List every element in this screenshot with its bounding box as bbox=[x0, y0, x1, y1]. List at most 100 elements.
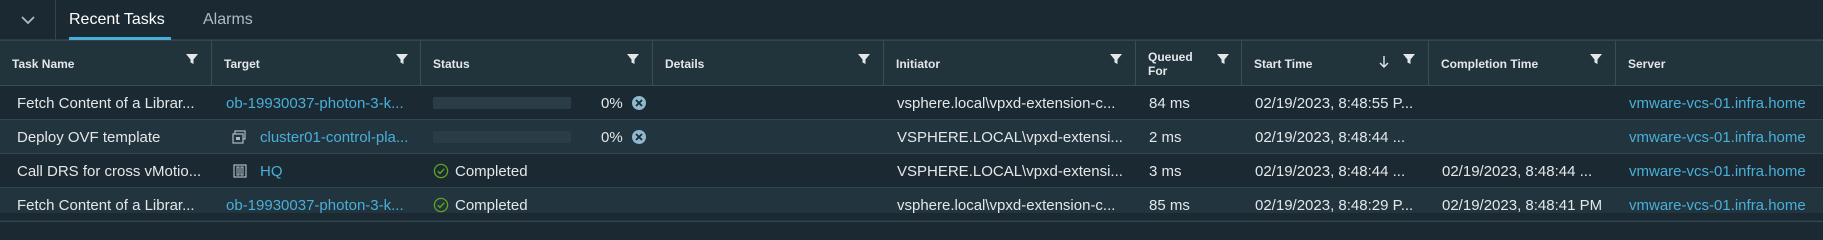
start-time-text: 02/19/2023, 8:48:29 P... bbox=[1255, 196, 1414, 214]
initiator-cell: VSPHERE.LOCAL\vpxd-extensi... bbox=[897, 154, 1127, 188]
tab-alarms[interactable]: Alarms bbox=[203, 0, 253, 40]
server-link[interactable]: vmware-vcs-01.infra.home bbox=[1629, 95, 1806, 112]
column-label-queued-for: Queued For bbox=[1148, 49, 1193, 78]
column-label-status: Status bbox=[433, 56, 470, 71]
task-name-cell: Deploy OVF template bbox=[17, 120, 202, 154]
filter-icon[interactable] bbox=[1109, 52, 1123, 66]
filter-icon[interactable] bbox=[857, 52, 871, 66]
column-header-initiator[interactable]: Initiator bbox=[884, 41, 1136, 86]
queued-for-cell: 2 ms bbox=[1149, 120, 1234, 154]
server-cell[interactable]: vmware-vcs-01.infra.home bbox=[1629, 154, 1819, 188]
completion-time-text: 02/19/2023, 8:48:44 ... bbox=[1442, 162, 1593, 180]
details-cell bbox=[665, 86, 875, 120]
status-cell: 0% bbox=[421, 120, 653, 154]
column-label-start-time: Start Time bbox=[1254, 56, 1313, 71]
server-link[interactable]: vmware-vcs-01.infra.home bbox=[1629, 163, 1806, 180]
tab-recent-tasks-label: Recent Tasks bbox=[69, 11, 165, 28]
server-cell[interactable]: vmware-vcs-01.infra.home bbox=[1629, 86, 1819, 120]
target-link[interactable]: cluster01-control-pla... bbox=[260, 129, 410, 146]
server-cell[interactable]: vmware-vcs-01.infra.home bbox=[1629, 120, 1819, 154]
start-time-text: 02/19/2023, 8:48:55 P... bbox=[1255, 94, 1414, 112]
tasks-panel-topbar: Recent Tasks Alarms bbox=[0, 0, 1823, 40]
target-cell[interactable]: cluster01-control-pla... bbox=[212, 120, 421, 154]
queued-for-text: 2 ms bbox=[1149, 128, 1182, 146]
start-time-cell: 02/19/2023, 8:48:44 ... bbox=[1255, 154, 1422, 188]
table-row[interactable]: Call DRS for cross vMotio... HQ Complete… bbox=[0, 154, 1823, 188]
task-name-cell: Fetch Content of a Librar... bbox=[17, 86, 202, 120]
column-header-details[interactable]: Details bbox=[653, 41, 884, 86]
filter-icon[interactable] bbox=[1216, 52, 1230, 66]
check-circle-icon bbox=[433, 163, 449, 179]
initiator-text: VSPHERE.LOCAL\vpxd-extensi... bbox=[897, 128, 1123, 146]
completion-time-cell: 02/19/2023, 8:48:44 ... bbox=[1442, 154, 1609, 188]
details-cell bbox=[665, 120, 875, 154]
cancel-task-icon[interactable] bbox=[631, 129, 647, 145]
start-time-text: 02/19/2023, 8:48:44 ... bbox=[1255, 162, 1406, 180]
completion-time-cell bbox=[1442, 120, 1609, 154]
start-time-cell: 02/19/2023, 8:48:55 P... bbox=[1255, 86, 1422, 120]
progress-percent: 0% bbox=[601, 128, 623, 146]
target-link[interactable]: ob-19930037-photon-3-k... bbox=[226, 95, 404, 112]
column-header-completion-time[interactable]: Completion Time bbox=[1429, 41, 1616, 86]
target-link[interactable]: ob-19930037-photon-3-k... bbox=[226, 197, 404, 214]
initiator-text: VSPHERE.LOCAL\vpxd-extensi... bbox=[897, 162, 1123, 180]
filter-icon[interactable] bbox=[185, 52, 199, 66]
cancel-task-icon[interactable] bbox=[631, 95, 647, 111]
filter-icon[interactable] bbox=[1589, 52, 1603, 66]
target-link[interactable]: HQ bbox=[260, 163, 283, 180]
server-link[interactable]: vmware-vcs-01.infra.home bbox=[1629, 197, 1806, 214]
queued-for-cell: 84 ms bbox=[1149, 86, 1234, 120]
queued-for-text: 84 ms bbox=[1149, 94, 1190, 112]
initiator-text: vsphere.local\vpxd-extension-c... bbox=[897, 94, 1116, 112]
status-text: Completed bbox=[455, 162, 528, 180]
tab-recent-tasks[interactable]: Recent Tasks bbox=[69, 0, 171, 40]
column-header-status[interactable]: Status bbox=[421, 41, 653, 86]
queued-for-cell: 3 ms bbox=[1149, 154, 1234, 188]
details-cell bbox=[665, 154, 875, 188]
collapse-panel-button[interactable] bbox=[0, 0, 56, 40]
filter-icon[interactable] bbox=[1402, 52, 1416, 66]
filter-icon[interactable] bbox=[395, 52, 409, 66]
tasks-table-header: Task Name Target Status Details Initiato… bbox=[0, 40, 1823, 86]
task-name: Deploy OVF template bbox=[17, 128, 161, 146]
status-cell: 0% bbox=[421, 86, 653, 120]
progress-bar bbox=[433, 97, 571, 109]
queued-for-text: 3 ms bbox=[1149, 162, 1182, 180]
completion-time-cell bbox=[1442, 86, 1609, 120]
start-time-text: 02/19/2023, 8:48:44 ... bbox=[1255, 128, 1406, 146]
task-name-cell: Call DRS for cross vMotio... bbox=[17, 154, 202, 188]
status-text: Completed bbox=[455, 196, 528, 214]
vm-template-icon bbox=[232, 130, 246, 144]
table-row[interactable]: Fetch Content of a Librar... ob-19930037… bbox=[0, 86, 1823, 120]
table-row[interactable]: Deploy OVF template cluster01-control-pl… bbox=[0, 120, 1823, 154]
datacenter-icon bbox=[233, 164, 247, 178]
progress-bar bbox=[433, 131, 571, 143]
completion-time-text: 02/19/2023, 8:48:41 PM bbox=[1442, 196, 1603, 214]
column-label-details: Details bbox=[665, 56, 705, 71]
server-link[interactable]: vmware-vcs-01.infra.home bbox=[1629, 129, 1806, 146]
column-header-task-name[interactable]: Task Name bbox=[0, 41, 212, 86]
column-header-start-time[interactable]: Start Time bbox=[1242, 41, 1429, 86]
column-label-initiator: Initiator bbox=[896, 56, 940, 71]
progress-percent: 0% bbox=[601, 94, 623, 112]
target-cell[interactable]: ob-19930037-photon-3-k... bbox=[226, 86, 411, 120]
table-footer bbox=[0, 213, 1823, 220]
column-label-server: Server bbox=[1628, 56, 1666, 71]
task-name: Fetch Content of a Librar... bbox=[17, 94, 195, 112]
queued-for-text: 85 ms bbox=[1149, 196, 1190, 214]
column-header-target[interactable]: Target bbox=[212, 41, 421, 86]
check-circle-icon bbox=[433, 197, 449, 213]
column-header-queued-for[interactable]: Queued For bbox=[1136, 41, 1242, 86]
chevron-down-icon bbox=[20, 15, 35, 24]
filter-icon[interactable] bbox=[626, 52, 640, 66]
initiator-text: vsphere.local\vpxd-extension-c... bbox=[897, 196, 1116, 214]
column-header-server[interactable]: Server bbox=[1616, 41, 1823, 86]
initiator-cell: VSPHERE.LOCAL\vpxd-extensi... bbox=[897, 120, 1127, 154]
column-label-completion-time: Completion Time bbox=[1441, 56, 1539, 71]
target-cell[interactable]: HQ bbox=[212, 154, 421, 188]
task-name: Call DRS for cross vMotio... bbox=[17, 162, 202, 180]
status-cell: Completed bbox=[421, 154, 653, 188]
start-time-cell: 02/19/2023, 8:48:44 ... bbox=[1255, 120, 1422, 154]
sort-descending-icon[interactable] bbox=[1378, 55, 1390, 69]
initiator-cell: vsphere.local\vpxd-extension-c... bbox=[897, 86, 1127, 120]
